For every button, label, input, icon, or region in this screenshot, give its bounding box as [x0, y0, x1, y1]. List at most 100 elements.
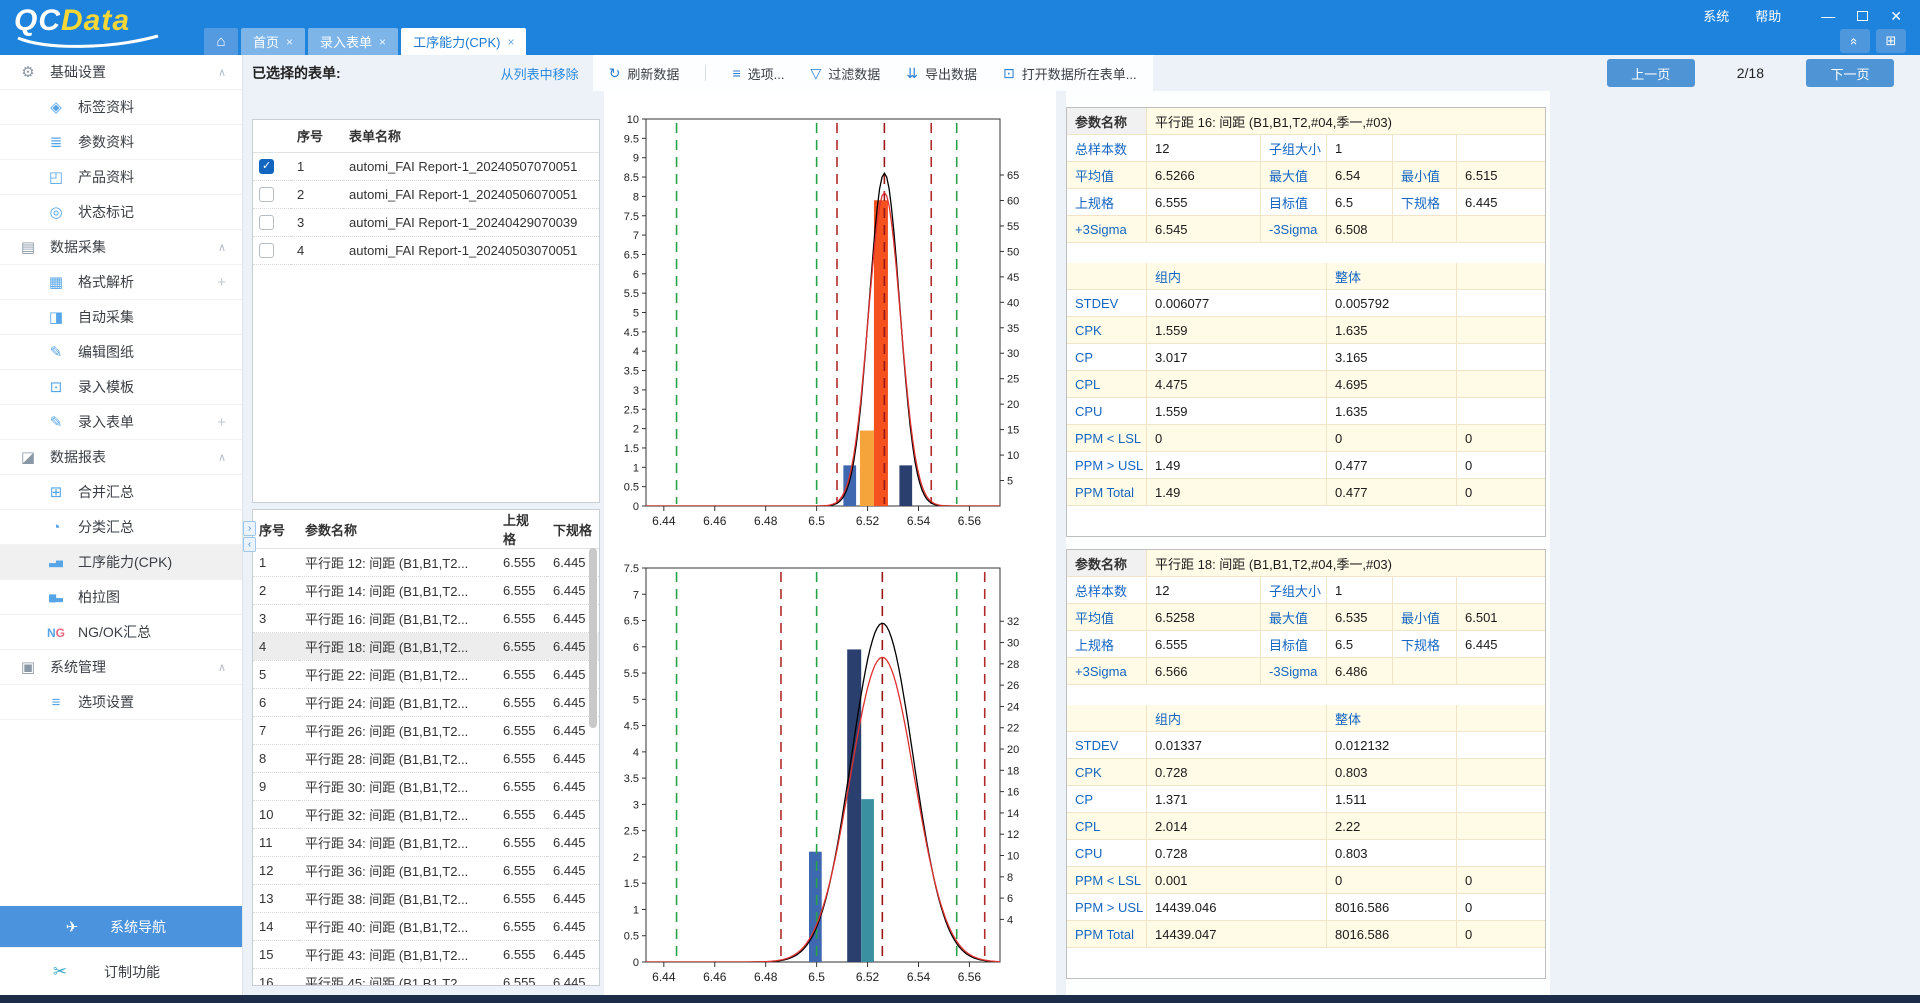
window-controls: — ✕: [1821, 9, 1902, 23]
sidebar-item-format-parse[interactable]: ▦格式解析+: [0, 265, 242, 300]
prev-page-button[interactable]: 上一页: [1607, 59, 1695, 87]
parameter-row[interactable]: 15平行距 43: 间距 (B1,B1,T2...6.5556.445: [253, 941, 599, 969]
parameter-row[interactable]: 3平行距 16: 间距 (B1,B1,T2...6.5556.445: [253, 605, 599, 633]
chevron-up-icon[interactable]: ∧: [218, 66, 226, 79]
parameter-row[interactable]: 7平行距 26: 间距 (B1,B1,T2...6.5556.445: [253, 717, 599, 745]
maximize-icon[interactable]: [1857, 9, 1868, 23]
tab-close-icon[interactable]: ×: [286, 35, 293, 49]
export-button[interactable]: ⇊导出数据: [906, 64, 977, 83]
system-nav-button[interactable]: ✈系统导航: [0, 906, 242, 947]
parameter-row[interactable]: 9平行距 30: 间距 (B1,B1,T2...6.5556.445: [253, 773, 599, 801]
sidebar-item-pareto-chart[interactable]: ▆▃柏拉图: [0, 580, 242, 615]
menu-system[interactable]: 系统: [1703, 6, 1729, 25]
remove-from-list-link[interactable]: 从列表中移除: [501, 64, 579, 83]
svg-text:9.5: 9.5: [624, 133, 639, 145]
parameter-row[interactable]: 6平行距 24: 间距 (B1,B1,T2...6.5556.445: [253, 689, 599, 717]
sidebar-item-options[interactable]: ≡选项设置: [0, 685, 242, 720]
sidebar-item-system-manage[interactable]: ▣系统管理∧: [0, 650, 242, 685]
form-row[interactable]: 3automi_FAI Report-1_20240429070039: [253, 208, 599, 236]
parameter-row[interactable]: 4平行距 18: 间距 (B1,B1,T2...6.5556.445: [253, 633, 599, 661]
sidebar-item-entry-template[interactable]: ⊡录入模板: [0, 370, 242, 405]
sidebar-item-ng-ok[interactable]: NGNG/OK汇总: [0, 615, 242, 650]
tab-1[interactable]: 首页×: [241, 28, 305, 55]
chevron-up-icon[interactable]: ∧: [218, 661, 226, 674]
category-summary-icon: ◔: [46, 519, 66, 536]
tab-2[interactable]: 录入表单×: [308, 28, 398, 55]
parameter-row[interactable]: 12平行距 36: 间距 (B1,B1,T2...6.5556.445: [253, 857, 599, 885]
parameter-row[interactable]: 8平行距 28: 间距 (B1,B1,T2...6.5556.445: [253, 745, 599, 773]
tab-home[interactable]: ⌂: [204, 28, 238, 55]
stat-extra-value: [1457, 290, 1545, 317]
param-name: 平行距 32: 间距 (B1,B1,T2...: [299, 801, 497, 829]
sidebar-item-tag[interactable]: ◈标签资料: [0, 90, 242, 125]
sidebar-item-edit-drawing[interactable]: ✎编辑图纸: [0, 335, 242, 370]
parameter-row[interactable]: 2平行距 14: 间距 (B1,B1,T2...6.5556.445: [253, 577, 599, 605]
param-name: 平行距 45: 间距 (B1,B1,T2...: [299, 969, 497, 987]
options-list-button[interactable]: ≡选项...: [732, 64, 784, 83]
custom-tools-icon: ✂: [50, 962, 70, 982]
add-icon[interactable]: +: [217, 274, 226, 291]
sidebar-item-cpk-chart[interactable]: ▃▅工序能力(CPK): [0, 545, 242, 580]
svg-text:65: 65: [1007, 170, 1019, 182]
filter-button[interactable]: ▽过滤数据: [810, 64, 880, 83]
sidebar-item-target[interactable]: ◎状态标记: [0, 195, 242, 230]
parameter-row[interactable]: 5平行距 22: 间距 (B1,B1,T2...6.5556.445: [253, 661, 599, 689]
stat-value: 6.5266: [1147, 162, 1261, 189]
parameter-row[interactable]: 10平行距 32: 间距 (B1,B1,T2...6.5556.445: [253, 801, 599, 829]
refresh-button[interactable]: ↻刷新数据: [609, 64, 680, 83]
minimize-icon[interactable]: —: [1821, 9, 1835, 23]
collect-icon: ▤: [18, 238, 38, 256]
sidebar-item-category-summary[interactable]: ◔分类汇总: [0, 510, 242, 545]
add-icon[interactable]: +: [217, 414, 226, 431]
svg-text:3.5: 3.5: [624, 366, 639, 378]
form-row[interactable]: 2automi_FAI Report-1_20240506070051: [253, 180, 599, 208]
close-icon[interactable]: ✕: [1890, 9, 1902, 23]
parameter-row[interactable]: 16平行距 45: 间距 (B1,B1,T2...6.5556.445: [253, 969, 599, 987]
toolbar-button-label: 过滤数据: [828, 64, 880, 83]
menu-help[interactable]: 帮助: [1755, 6, 1781, 25]
chevron-up-icon[interactable]: ∧: [218, 451, 226, 464]
sidebar-item-collect[interactable]: ▤数据采集∧: [0, 230, 242, 265]
form-checkbox[interactable]: [259, 159, 274, 174]
logo-data: Data: [61, 4, 130, 37]
parameter-row[interactable]: 13平行距 38: 间距 (B1,B1,T2...6.5556.445: [253, 885, 599, 913]
parameter-row[interactable]: 11平行距 34: 间距 (B1,B1,T2...6.5556.445: [253, 829, 599, 857]
parameter-row[interactable]: 1平行距 12: 间距 (B1,B1,T2...6.5556.445: [253, 549, 599, 577]
parameter-title: 平行距 16: 间距 (B1,B1,T2,#04,季一,#03): [1147, 108, 1545, 135]
stat-metric-label: CPL: [1067, 813, 1147, 840]
parameter-row[interactable]: 14平行距 40: 间距 (B1,B1,T2...6.5556.445: [253, 913, 599, 941]
stat-metric-label: CPU: [1067, 398, 1147, 425]
tab-3[interactable]: 工序能力(CPK)×: [401, 28, 526, 55]
sidebar-item-report[interactable]: ◪数据报表∧: [0, 440, 242, 475]
sidebar-item-cube[interactable]: ◰产品资料: [0, 160, 242, 195]
capability-histogram-2: 00.511.522.533.544.555.566.577.546810121…: [604, 560, 1044, 997]
form-checkbox[interactable]: [259, 187, 274, 202]
form-row[interactable]: 1automi_FAI Report-1_20240507070051: [253, 152, 599, 180]
tab-grid-icon[interactable]: ⊞: [1876, 29, 1906, 53]
splitter-expand-button[interactable]: ›: [243, 521, 256, 536]
export-icon: ⇊: [906, 65, 918, 82]
stat-metric-label: PPM Total: [1067, 479, 1147, 506]
form-checkbox[interactable]: [259, 243, 274, 258]
sidebar-item-auto-collect[interactable]: ◨自动采集: [0, 300, 242, 335]
stat-label: 平均值: [1067, 604, 1147, 631]
tab-close-icon[interactable]: ×: [379, 35, 386, 49]
splitter-collapse-button[interactable]: ‹: [243, 537, 256, 552]
custom-functions-button[interactable]: ✂订制功能: [0, 947, 242, 995]
forms-table: 序号表单名称1automi_FAI Report-1_2024050707005…: [253, 120, 599, 265]
sidebar-item-gear[interactable]: ⚙基础设置∧: [0, 55, 242, 90]
tab-close-icon[interactable]: ×: [507, 35, 514, 49]
form-row[interactable]: 4automi_FAI Report-1_20240503070051: [253, 236, 599, 264]
next-page-button[interactable]: 下一页: [1806, 59, 1894, 87]
collapse-tabs-icon[interactable]: «: [1840, 29, 1870, 53]
sidebar-item-entry-form[interactable]: ✎录入表单+: [0, 405, 242, 440]
scrollbar-thumb[interactable]: [589, 548, 597, 728]
sidebar-item-merge-summary[interactable]: ⊞合并汇总: [0, 475, 242, 510]
stat-overall-value: 1.511: [1327, 786, 1457, 813]
form-checkbox[interactable]: [259, 215, 274, 230]
open-form-button[interactable]: ⊡打开数据所在表单...: [1003, 64, 1137, 83]
stat-overall-value: 8016.586: [1327, 921, 1457, 948]
sidebar-item-sliders[interactable]: ≣参数资料: [0, 125, 242, 160]
chevron-up-icon[interactable]: ∧: [218, 241, 226, 254]
param-name: 平行距 40: 间距 (B1,B1,T2...: [299, 913, 497, 941]
